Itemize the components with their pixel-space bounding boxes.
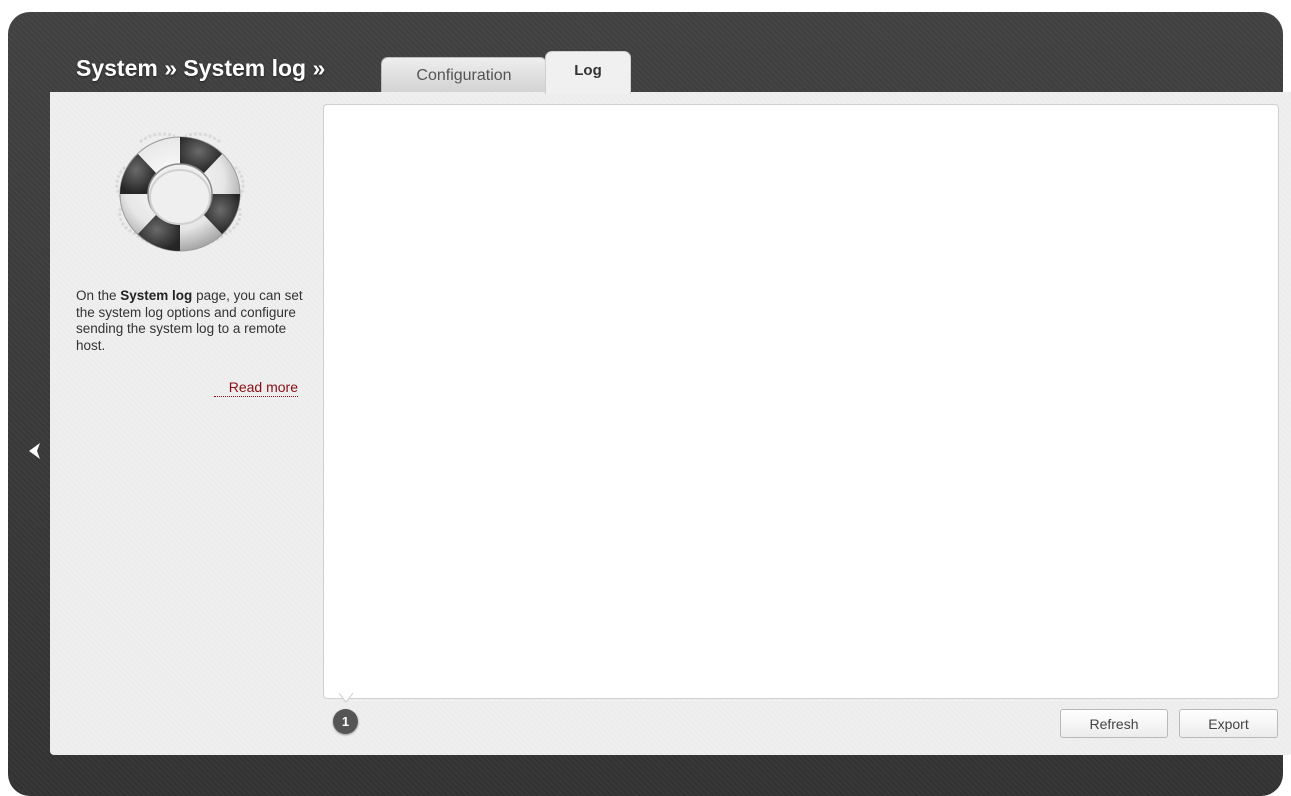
refresh-button[interactable]: Refresh	[1060, 709, 1168, 738]
log-textarea[interactable]	[323, 104, 1279, 699]
chevron-left-icon[interactable]	[24, 440, 46, 462]
lifebuoy-icon	[115, 132, 245, 252]
page-badge: 1	[333, 709, 358, 734]
bubble-tail-icon	[339, 693, 353, 703]
content-panel: On the System log page, you can set the …	[50, 92, 1291, 755]
sidebar-description: On the System log page, you can set the …	[76, 288, 303, 353]
export-button[interactable]: Export	[1179, 709, 1278, 738]
tab-log[interactable]: Log	[545, 51, 631, 94]
tab-configuration[interactable]: Configuration	[381, 57, 547, 93]
page-title: System » System log »	[76, 55, 326, 81]
description-bold: System log	[120, 288, 193, 303]
read-more-link[interactable]: Read more	[214, 379, 298, 397]
